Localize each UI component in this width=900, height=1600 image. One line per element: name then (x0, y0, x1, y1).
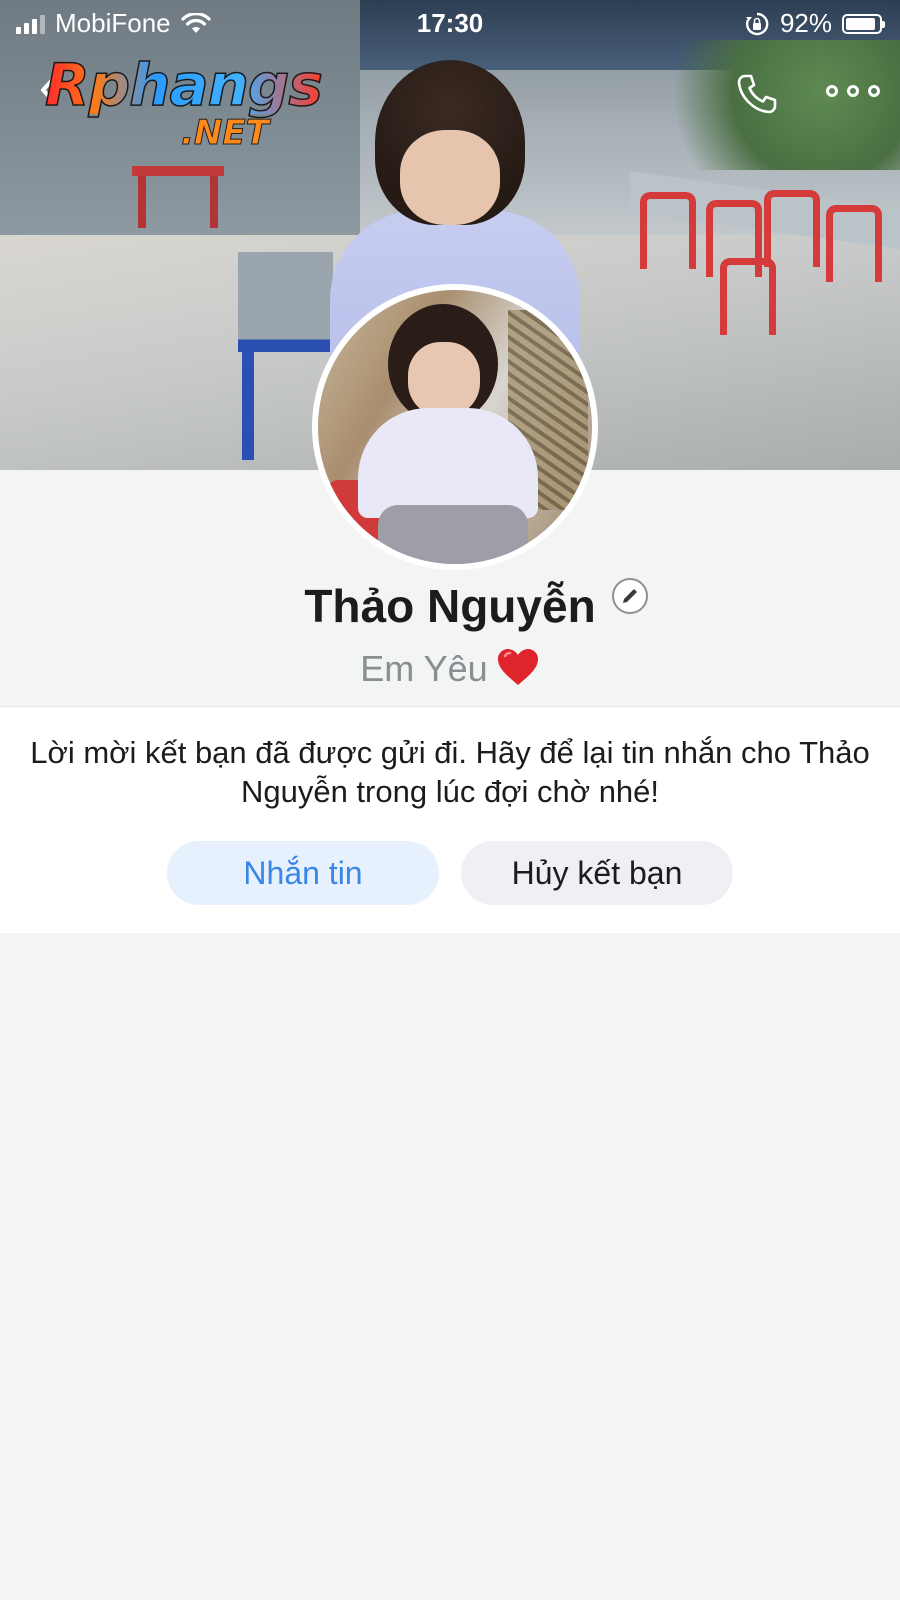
rotation-lock-icon (745, 12, 769, 35)
heart-icon (496, 647, 540, 700)
profile-name: Thảo Nguyễn (304, 580, 596, 632)
more-dots-icon (826, 85, 838, 97)
logo-suffix: .NET (181, 113, 270, 153)
status-bar: MobiFone 17:30 92% (0, 0, 900, 46)
cover-chair (640, 192, 696, 269)
more-dots-icon (847, 85, 859, 97)
friend-request-message: Lời mời kết bạn đã được gửi đi. Hãy để l… (30, 735, 870, 809)
logo-text: Rphangs (44, 51, 323, 119)
cancel-friend-request-button[interactable]: Hủy kết bạn (461, 841, 733, 905)
profile-name-row: Thảo Nguyễn (0, 576, 900, 636)
avatar-photo (318, 290, 592, 564)
profile-status: Em Yêu (0, 644, 900, 700)
more-options-button[interactable] (826, 76, 880, 106)
cover-chair (826, 205, 882, 282)
pencil-icon (622, 589, 637, 603)
friend-request-card: Lời mời kết bạn đã được gửi đi. Hãy để l… (0, 706, 900, 933)
phone-icon (737, 74, 777, 114)
more-dots-icon (868, 85, 880, 97)
profile-status-text: Em Yêu (360, 648, 488, 689)
battery-icon (842, 13, 885, 34)
cover-chair (720, 258, 776, 335)
call-button[interactable] (733, 70, 781, 118)
watermark-logo: Rphangs .NET (44, 55, 323, 156)
edit-name-button[interactable] (611, 578, 648, 614)
battery-percent: 92% (779, 8, 832, 38)
cover-stool (132, 166, 224, 238)
send-message-button[interactable]: Nhắn tin (167, 841, 439, 905)
avatar[interactable] (312, 284, 598, 570)
cover-chair (764, 190, 820, 267)
